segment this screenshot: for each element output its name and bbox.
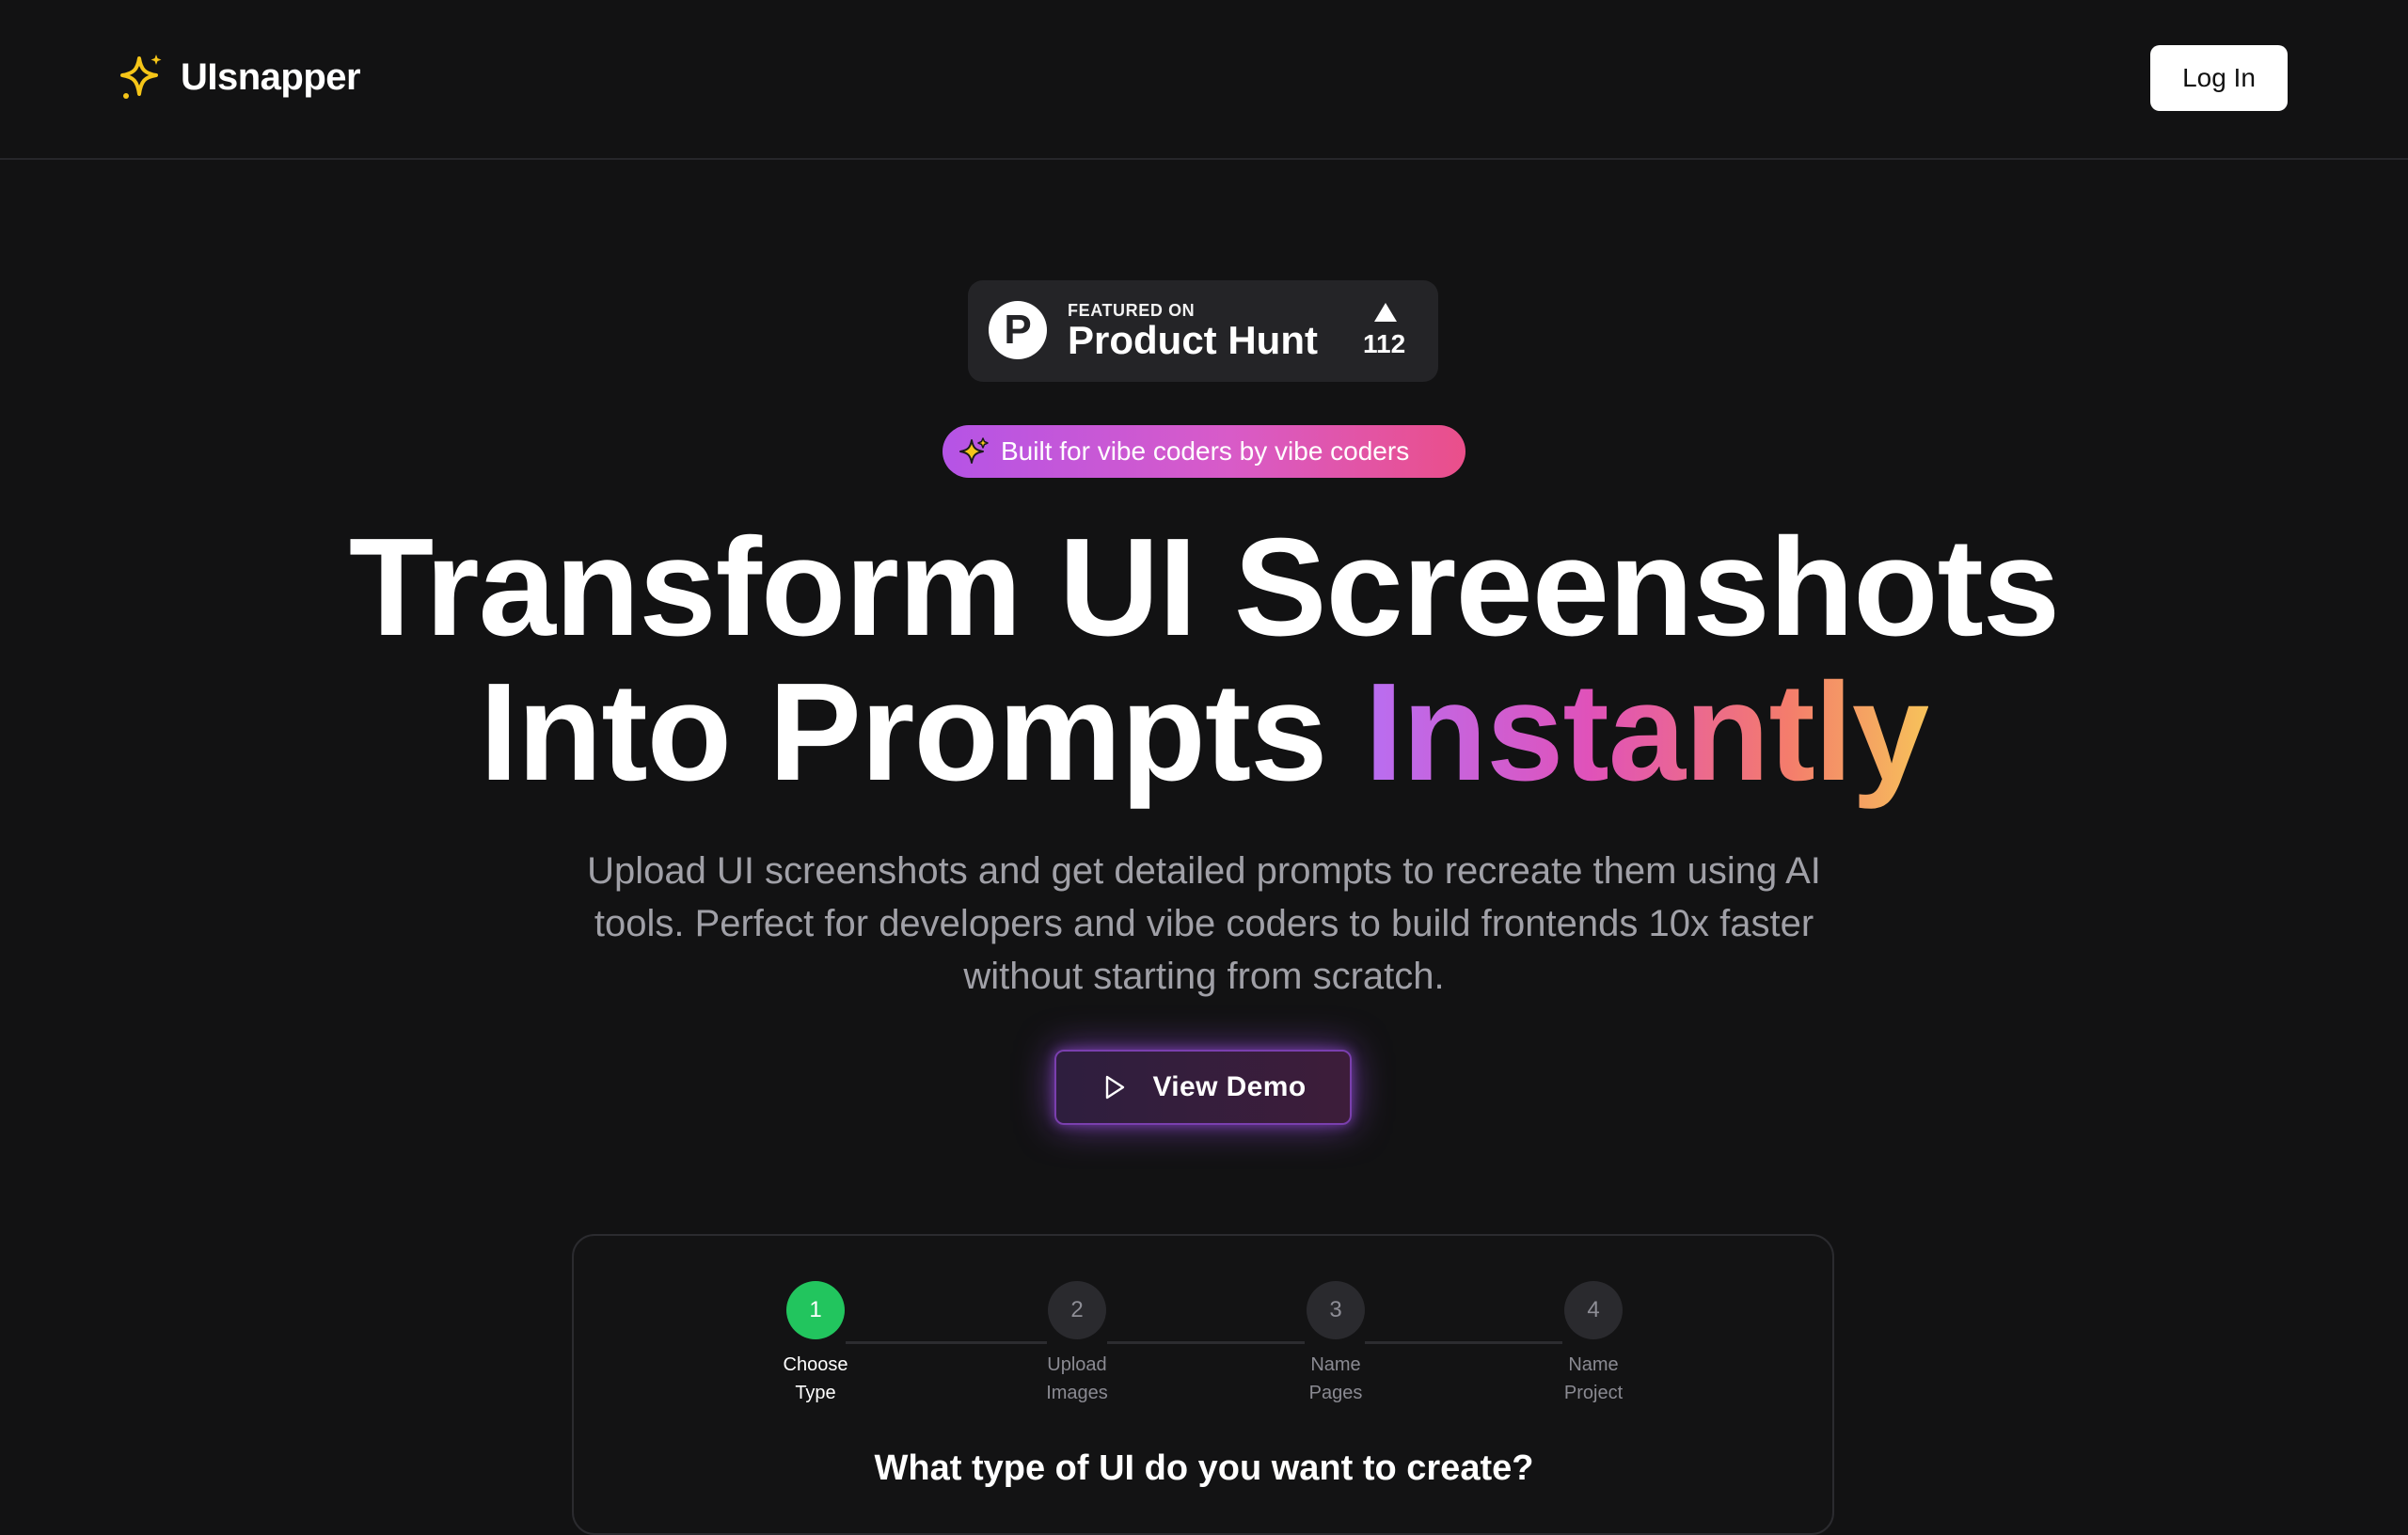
hero-line-2: Into Prompts Instantly: [0, 660, 2408, 805]
site-header: UIsnapper Log In: [0, 0, 2408, 160]
hero-heading: Transform UI Screenshots Into Prompts In…: [0, 515, 2408, 805]
step-number: 1: [786, 1281, 845, 1339]
login-button[interactable]: Log In: [2150, 45, 2288, 111]
sparkles-icon: [959, 437, 989, 464]
product-hunt-badge[interactable]: P FEATURED ON Product Hunt 112: [968, 280, 1438, 382]
wizard-step-name-project[interactable]: 4 Name Project: [1528, 1281, 1659, 1407]
brand-logo-link[interactable]: UIsnapper: [120, 53, 361, 102]
step-number: 4: [1564, 1281, 1623, 1339]
product-hunt-title: Product Hunt: [1068, 318, 1318, 362]
upvote-arrow-icon: [1374, 303, 1397, 322]
play-icon: [1106, 1075, 1125, 1100]
hero-subtitle: Upload UI screenshots and get detailed p…: [587, 850, 1821, 997]
step-label: Name Pages: [1308, 1354, 1363, 1403]
sparkle-logo-icon: [120, 55, 162, 99]
product-hunt-icon: P: [989, 301, 1047, 359]
step-label: Choose Type: [783, 1354, 848, 1403]
tagline-pill: Built for vibe coders by vibe coders: [943, 425, 1465, 478]
tagline-text: Built for vibe coders by vibe coders: [1001, 436, 1410, 466]
step-label: Upload Images: [1046, 1354, 1108, 1403]
hero-line-1: Transform UI Screenshots: [348, 510, 2060, 665]
wizard-step-upload-images[interactable]: 2 Upload Images: [1011, 1281, 1143, 1407]
view-demo-label: View Demo: [1152, 1071, 1307, 1102]
brand-name: UIsnapper: [181, 55, 361, 98]
step-label: Name Project: [1563, 1354, 1624, 1403]
step-number: 3: [1307, 1281, 1365, 1339]
wizard-question: What type of UI do you want to create?: [874, 1448, 1534, 1488]
upvote-count: 112: [1363, 329, 1406, 358]
view-demo-button[interactable]: View Demo: [1054, 1050, 1352, 1125]
wizard-step-name-pages[interactable]: 3 Name Pages: [1270, 1281, 1402, 1407]
hero-gradient-word: Instantly: [1364, 655, 1930, 810]
hero-line-2-plain: Into Prompts: [479, 655, 1328, 810]
step-number: 2: [1048, 1281, 1106, 1339]
wizard-step-choose-type[interactable]: 1 Choose Type: [750, 1281, 881, 1407]
